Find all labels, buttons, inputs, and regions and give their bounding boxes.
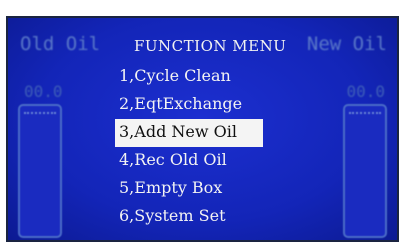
menu-item-cycle-clean[interactable]: 1,Cycle Clean <box>115 63 263 91</box>
menu-item-system-set[interactable]: 6,System Set <box>115 203 263 231</box>
old-oil-tank-icon <box>18 104 62 238</box>
lcd-screen: Old Oil New Oil 00.0 00.0 FUNCTION MENU … <box>6 16 399 242</box>
old-oil-label: Old Oil <box>20 33 101 55</box>
menu-item-add-new-oil[interactable]: 3,Add New Oil <box>115 119 263 147</box>
new-oil-level: 00.0 <box>346 82 385 101</box>
menu-title: FUNCTION MENU <box>134 37 287 55</box>
old-oil-level: 00.0 <box>24 82 63 101</box>
new-oil-label: New Oil <box>306 33 387 55</box>
menu-item-rec-old-oil[interactable]: 4,Rec Old Oil <box>115 147 263 175</box>
menu-item-eqt-exchange[interactable]: 2,EqtExchange <box>115 91 263 119</box>
menu-item-empty-box[interactable]: 5,Empty Box <box>115 175 263 203</box>
new-oil-tank-icon <box>343 104 387 238</box>
function-menu: 1,Cycle Clean 2,EqtExchange 3,Add New Oi… <box>115 63 263 231</box>
